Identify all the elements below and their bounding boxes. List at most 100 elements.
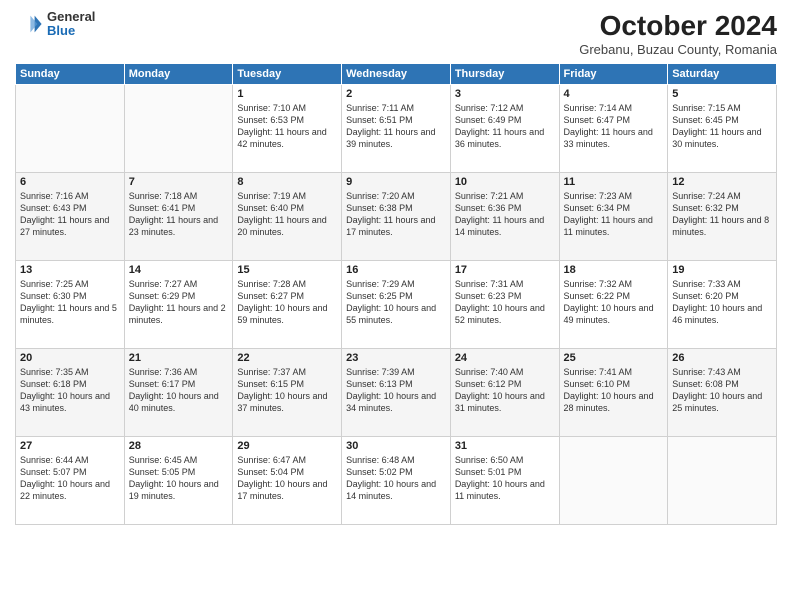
day-info: Sunrise: 7:31 AM Sunset: 6:23 PM Dayligh… bbox=[455, 278, 555, 327]
day-number: 22 bbox=[237, 352, 337, 364]
day-number: 31 bbox=[455, 440, 555, 452]
calendar-cell: 29 Sunrise: 6:47 AM Sunset: 5:04 PM Dayli… bbox=[233, 437, 342, 525]
day-info: Sunrise: 7:20 AM Sunset: 6:38 PM Dayligh… bbox=[346, 190, 446, 239]
calendar-cell: 1 Sunrise: 7:10 AM Sunset: 6:53 PM Daylig… bbox=[233, 85, 342, 173]
calendar-cell: 2Sunrise: 7:11 AM Sunset: 6:51 PM Daylig… bbox=[342, 85, 451, 173]
week-row-3: 13Sunrise: 7:25 AM Sunset: 6:30 PM Dayli… bbox=[16, 261, 777, 349]
day-number: 17 bbox=[455, 264, 555, 276]
col-header-friday: Friday bbox=[559, 64, 668, 85]
col-header-monday: Monday bbox=[124, 64, 233, 85]
calendar-cell: 21 Sunrise: 7:36 AM Sunset: 6:17 PM Dayli… bbox=[124, 349, 233, 437]
day-info: Sunrise: 7:14 AM Sunset: 6:47 PM Dayligh… bbox=[564, 102, 664, 151]
logo: General Blue bbox=[15, 10, 95, 39]
header-row: SundayMondayTuesdayWednesdayThursdayFrid… bbox=[16, 64, 777, 85]
day-number: 11 bbox=[564, 176, 664, 188]
day-info: Sunrise: 7:43 AM Sunset: 6:08 PM Dayligh… bbox=[672, 366, 772, 415]
logo-icon bbox=[15, 10, 43, 38]
calendar-cell: 8Sunrise: 7:19 AM Sunset: 6:40 PM Daylig… bbox=[233, 173, 342, 261]
calendar-cell: 26Sunrise: 7:43 AM Sunset: 6:08 PM Dayli… bbox=[668, 349, 777, 437]
calendar-cell bbox=[559, 437, 668, 525]
day-info: Sunrise: 7:24 AM Sunset: 6:32 PM Dayligh… bbox=[672, 190, 772, 239]
day-number: 30 bbox=[346, 440, 446, 452]
calendar-cell: 28 Sunrise: 6:45 AM Sunset: 5:05 PM Dayli… bbox=[124, 437, 233, 525]
day-number: 10 bbox=[455, 176, 555, 188]
day-info: Sunrise: 7:28 AM Sunset: 6:27 PM Dayligh… bbox=[237, 278, 337, 327]
day-info: Sunrise: 7:32 AM Sunset: 6:22 PM Dayligh… bbox=[564, 278, 664, 327]
calendar-cell: 16 Sunrise: 7:29 AM Sunset: 6:25 PM Dayli… bbox=[342, 261, 451, 349]
day-info: Sunrise: 6:50 AM Sunset: 5:01 PM Dayligh… bbox=[455, 454, 555, 503]
day-number: 19 bbox=[672, 264, 772, 276]
week-row-1: 1 Sunrise: 7:10 AM Sunset: 6:53 PM Daylig… bbox=[16, 85, 777, 173]
day-number: 16 bbox=[346, 264, 446, 276]
day-info: Sunrise: 7:29 AM Sunset: 6:25 PM Dayligh… bbox=[346, 278, 446, 327]
day-number: 29 bbox=[237, 440, 337, 452]
calendar-cell: 6 Sunrise: 7:16 AM Sunset: 6:43 PM Daylig… bbox=[16, 173, 125, 261]
calendar-cell: 5 Sunrise: 7:15 AM Sunset: 6:45 PM Daylig… bbox=[668, 85, 777, 173]
header: General Blue October 2024 Grebanu, Buzau… bbox=[15, 10, 777, 57]
logo-blue: Blue bbox=[47, 24, 95, 38]
day-info: Sunrise: 7:18 AM Sunset: 6:41 PM Dayligh… bbox=[129, 190, 229, 239]
calendar-cell: 20 Sunrise: 7:35 AM Sunset: 6:18 PM Dayli… bbox=[16, 349, 125, 437]
col-header-sunday: Sunday bbox=[16, 64, 125, 85]
day-number: 25 bbox=[564, 352, 664, 364]
day-info: Sunrise: 7:19 AM Sunset: 6:40 PM Dayligh… bbox=[237, 190, 337, 239]
day-number: 3 bbox=[455, 88, 555, 100]
day-number: 13 bbox=[20, 264, 120, 276]
day-info: Sunrise: 7:33 AM Sunset: 6:20 PM Dayligh… bbox=[672, 278, 772, 327]
col-header-wednesday: Wednesday bbox=[342, 64, 451, 85]
day-number: 28 bbox=[129, 440, 229, 452]
day-info: Sunrise: 7:36 AM Sunset: 6:17 PM Dayligh… bbox=[129, 366, 229, 415]
month-title: October 2024 bbox=[579, 10, 777, 42]
day-info: Sunrise: 7:27 AM Sunset: 6:29 PM Dayligh… bbox=[129, 278, 229, 327]
day-number: 6 bbox=[20, 176, 120, 188]
day-number: 14 bbox=[129, 264, 229, 276]
day-info: Sunrise: 7:21 AM Sunset: 6:36 PM Dayligh… bbox=[455, 190, 555, 239]
calendar-cell: 27 Sunrise: 6:44 AM Sunset: 5:07 PM Dayli… bbox=[16, 437, 125, 525]
calendar-cell: 19 Sunrise: 7:33 AM Sunset: 6:20 PM Dayli… bbox=[668, 261, 777, 349]
calendar-cell: 4 Sunrise: 7:14 AM Sunset: 6:47 PM Daylig… bbox=[559, 85, 668, 173]
day-info: Sunrise: 7:10 AM Sunset: 6:53 PM Dayligh… bbox=[237, 102, 337, 151]
day-number: 27 bbox=[20, 440, 120, 452]
day-info: Sunrise: 6:45 AM Sunset: 5:05 PM Dayligh… bbox=[129, 454, 229, 503]
calendar-cell: 18 Sunrise: 7:32 AM Sunset: 6:22 PM Dayli… bbox=[559, 261, 668, 349]
day-info: Sunrise: 7:16 AM Sunset: 6:43 PM Dayligh… bbox=[20, 190, 120, 239]
day-number: 5 bbox=[672, 88, 772, 100]
calendar-cell: 25Sunrise: 7:41 AM Sunset: 6:10 PM Dayli… bbox=[559, 349, 668, 437]
day-info: Sunrise: 6:48 AM Sunset: 5:02 PM Dayligh… bbox=[346, 454, 446, 503]
day-info: Sunrise: 7:23 AM Sunset: 6:34 PM Dayligh… bbox=[564, 190, 664, 239]
day-number: 20 bbox=[20, 352, 120, 364]
calendar-cell: 10 Sunrise: 7:21 AM Sunset: 6:36 PM Dayli… bbox=[450, 173, 559, 261]
col-header-thursday: Thursday bbox=[450, 64, 559, 85]
day-number: 4 bbox=[564, 88, 664, 100]
day-number: 18 bbox=[564, 264, 664, 276]
day-info: Sunrise: 7:39 AM Sunset: 6:13 PM Dayligh… bbox=[346, 366, 446, 415]
day-info: Sunrise: 7:15 AM Sunset: 6:45 PM Dayligh… bbox=[672, 102, 772, 151]
calendar-cell: 7Sunrise: 7:18 AM Sunset: 6:41 PM Daylig… bbox=[124, 173, 233, 261]
location: Grebanu, Buzau County, Romania bbox=[579, 42, 777, 57]
day-number: 23 bbox=[346, 352, 446, 364]
day-number: 1 bbox=[237, 88, 337, 100]
day-info: Sunrise: 7:11 AM Sunset: 6:51 PM Dayligh… bbox=[346, 102, 446, 151]
calendar-cell bbox=[668, 437, 777, 525]
day-number: 12 bbox=[672, 176, 772, 188]
calendar-cell: 3Sunrise: 7:12 AM Sunset: 6:49 PM Daylig… bbox=[450, 85, 559, 173]
day-number: 24 bbox=[455, 352, 555, 364]
day-info: Sunrise: 6:47 AM Sunset: 5:04 PM Dayligh… bbox=[237, 454, 337, 503]
week-row-5: 27 Sunrise: 6:44 AM Sunset: 5:07 PM Dayli… bbox=[16, 437, 777, 525]
calendar-cell bbox=[124, 85, 233, 173]
calendar-cell: 17 Sunrise: 7:31 AM Sunset: 6:23 PM Dayli… bbox=[450, 261, 559, 349]
col-header-saturday: Saturday bbox=[668, 64, 777, 85]
calendar-cell: 9Sunrise: 7:20 AM Sunset: 6:38 PM Daylig… bbox=[342, 173, 451, 261]
day-info: Sunrise: 7:40 AM Sunset: 6:12 PM Dayligh… bbox=[455, 366, 555, 415]
calendar-cell: 15Sunrise: 7:28 AM Sunset: 6:27 PM Dayli… bbox=[233, 261, 342, 349]
day-number: 21 bbox=[129, 352, 229, 364]
col-header-tuesday: Tuesday bbox=[233, 64, 342, 85]
week-row-2: 6 Sunrise: 7:16 AM Sunset: 6:43 PM Daylig… bbox=[16, 173, 777, 261]
title-block: October 2024 Grebanu, Buzau County, Roma… bbox=[579, 10, 777, 57]
day-info: Sunrise: 7:35 AM Sunset: 6:18 PM Dayligh… bbox=[20, 366, 120, 415]
calendar-cell: 11 Sunrise: 7:23 AM Sunset: 6:34 PM Dayli… bbox=[559, 173, 668, 261]
logo-general: General bbox=[47, 10, 95, 24]
logo-text: General Blue bbox=[47, 10, 95, 39]
day-info: Sunrise: 6:44 AM Sunset: 5:07 PM Dayligh… bbox=[20, 454, 120, 503]
day-info: Sunrise: 7:37 AM Sunset: 6:15 PM Dayligh… bbox=[237, 366, 337, 415]
